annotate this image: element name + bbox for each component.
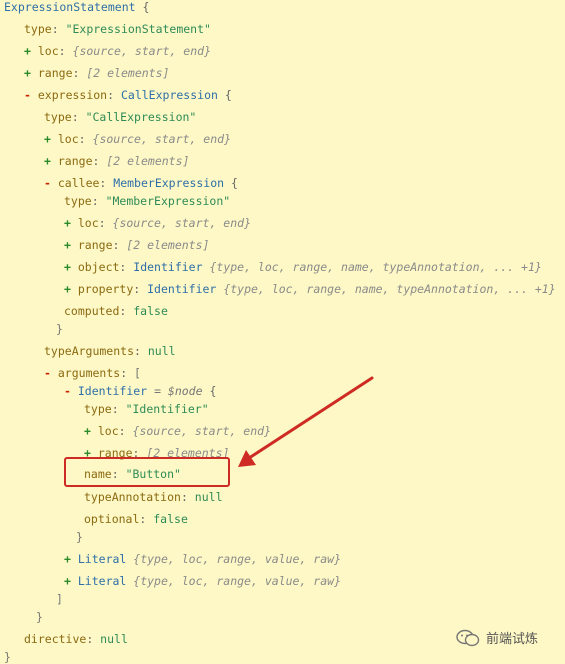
- arrow-shaft: [244, 376, 374, 462]
- annotation-arrow: [238, 376, 374, 467]
- watermark-label: 前端试炼: [486, 632, 539, 647]
- arrow-head: [238, 450, 256, 467]
- watermark: 前端试炼: [456, 628, 538, 647]
- wechat-icon: [456, 629, 480, 646]
